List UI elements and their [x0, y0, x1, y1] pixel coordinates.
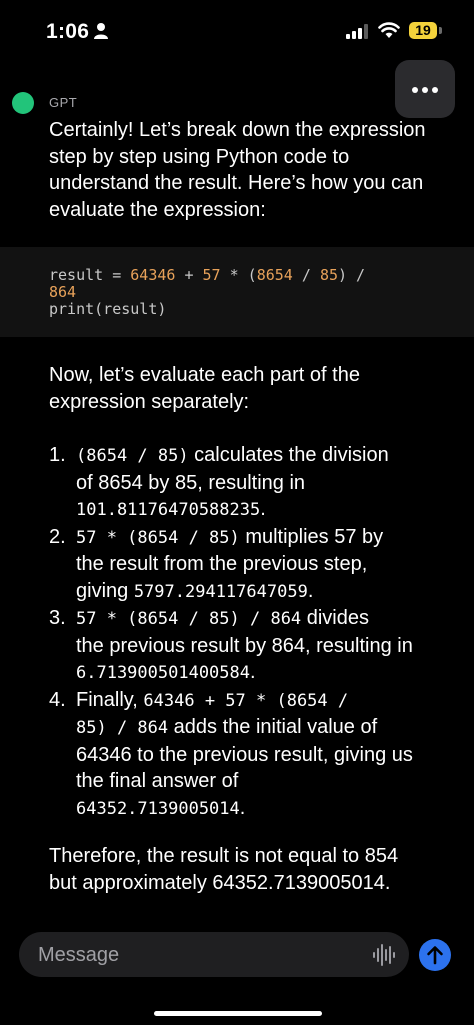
- battery-indicator: 19: [409, 22, 437, 39]
- step-text: adds the initial value of: [168, 716, 378, 738]
- code-line: 864: [49, 283, 77, 301]
- status-time: 1:06: [46, 20, 90, 43]
- more-icon: [412, 87, 418, 93]
- list-number: 1.: [49, 444, 66, 466]
- inline-code: 6.713900501400584: [76, 663, 250, 683]
- step-text: Finally,: [76, 688, 144, 711]
- step-text: .: [239, 796, 246, 819]
- code-line: result = 64346 + 57 * (8654 / 85) /: [49, 266, 366, 284]
- step-text: the result from the previous step,: [76, 553, 368, 575]
- list-item: 4. Finally, 64346 + 57 * (8654 / 85) / 8…: [49, 687, 449, 823]
- steps-list: 1. (8654 / 85) calculates the division o…: [49, 442, 449, 822]
- inline-code: (8654 / 85): [76, 446, 189, 466]
- step-text: multiplies 57 by: [239, 525, 384, 548]
- paragraph-line: Therefore, the result is not equal to 85…: [49, 845, 399, 867]
- step-text: the previous result by 864, resulting in: [76, 634, 413, 657]
- step-text: giving: [76, 579, 134, 602]
- step-text: .: [260, 498, 266, 520]
- inline-code: 64352.7139005014: [76, 798, 240, 819]
- list-number: 3.: [49, 607, 66, 629]
- step-text: 64346 to the previous result, giving us: [76, 743, 413, 766]
- list-number: 2.: [49, 525, 66, 548]
- list-item: 3. 57 * (8654 / 85) / 864 divides the pr…: [49, 605, 449, 687]
- list-item: 2. 57 * (8654 / 85) multiplies 57 by the…: [49, 524, 449, 606]
- voice-waveform-icon[interactable]: [372, 942, 396, 968]
- message-input[interactable]: [36, 932, 360, 979]
- explanation-paragraph: Now, let’s evaluate each part of the exp…: [49, 362, 449, 415]
- sender-label: GPT: [49, 95, 78, 110]
- paragraph-line: expression separately:: [49, 390, 250, 413]
- step-text: calculates the division: [188, 444, 389, 466]
- more-icon: [432, 87, 438, 93]
- send-button[interactable]: [419, 939, 451, 971]
- inline-code: 101.81176470588235: [76, 500, 261, 520]
- home-indicator: [154, 1011, 322, 1016]
- message-composer: [19, 932, 409, 979]
- intro-paragraph: Certainly! Let’s break down the expressi…: [49, 117, 454, 223]
- battery-cap: [439, 27, 442, 34]
- step-text: .: [250, 661, 256, 683]
- intro-line: Certainly! Let’s break down the expressi…: [49, 119, 426, 141]
- code-block: result = 64346 + 57 * (8654 / 85) / 864 …: [0, 247, 474, 337]
- inline-code: 64346 + 57 * (8654 /: [143, 690, 349, 711]
- list-number: 4.: [49, 688, 66, 711]
- step-text: .: [307, 579, 314, 602]
- intro-line: understand the result. Here’s how you ca…: [49, 172, 424, 194]
- paragraph-line: Now, let’s evaluate each part of the: [49, 364, 360, 386]
- status-bar: 1:06 19: [0, 0, 474, 60]
- inline-code: 57 * (8654 / 85) / 864: [76, 609, 302, 629]
- code-line: print(result): [49, 300, 167, 318]
- step-text: divides: [301, 607, 369, 629]
- gpt-avatar: [12, 92, 34, 114]
- wifi-icon: [378, 22, 400, 38]
- more-options-button[interactable]: [395, 60, 455, 118]
- arrow-up-icon: [427, 946, 443, 965]
- signal-icon: [346, 24, 368, 39]
- step-text: of 8654 by 85, resulting in: [76, 471, 306, 494]
- intro-line: evaluate the expression:: [49, 198, 266, 221]
- person-icon: [94, 23, 108, 39]
- intro-line: step by step using Python code to: [49, 145, 350, 168]
- paragraph-line: but approximately 64352.7139005014.: [49, 871, 391, 894]
- inline-code: 57 * (8654 / 85): [76, 527, 240, 548]
- inline-code: 5797.294117647059: [133, 581, 308, 602]
- conclusion-paragraph: Therefore, the result is not equal to 85…: [49, 843, 449, 896]
- list-item: 1. (8654 / 85) calculates the division o…: [49, 442, 449, 524]
- inline-code: 85) / 864: [76, 718, 169, 738]
- step-text: the final answer of: [76, 770, 239, 792]
- more-icon: [422, 87, 428, 93]
